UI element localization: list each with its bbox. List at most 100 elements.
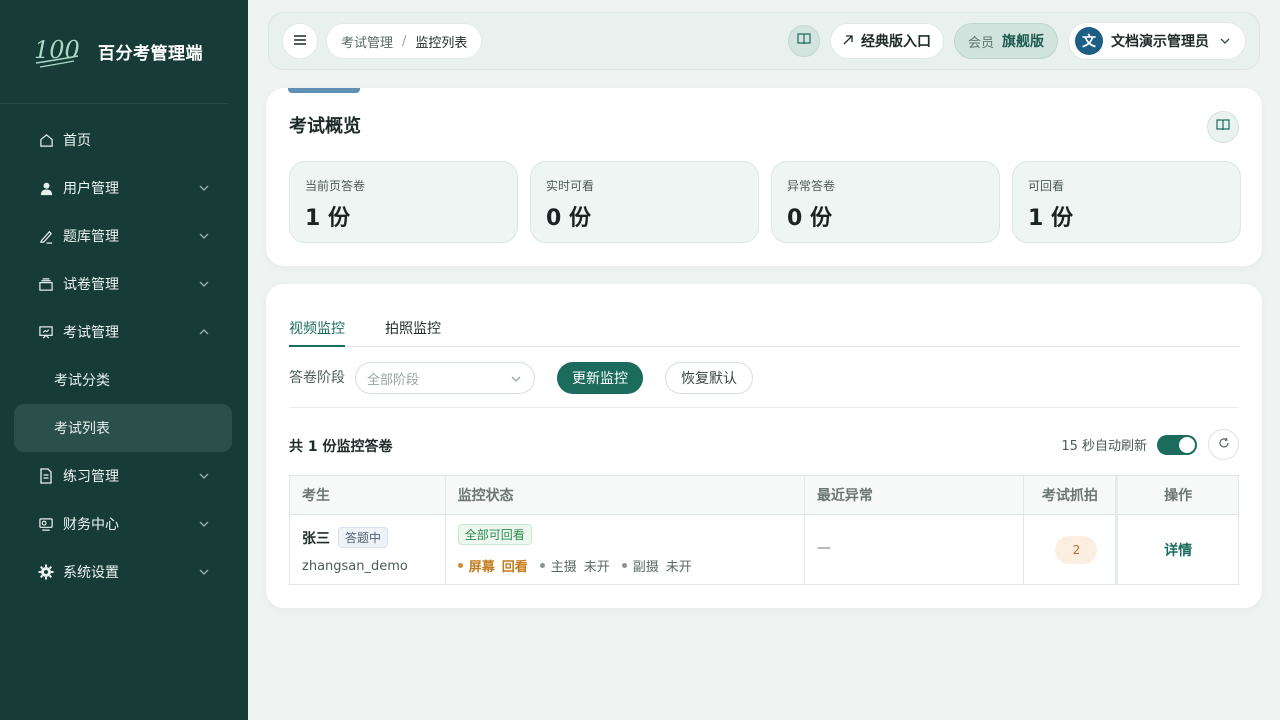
- cell-examinee: 张三 答题中 zhangsan_demo: [290, 515, 446, 584]
- sidebar-item-users[interactable]: 用户管理: [0, 164, 248, 212]
- breadcrumb-item-exam-management[interactable]: 考试管理: [341, 32, 393, 51]
- monitor-tabs: 视频监控 拍照监控: [289, 318, 1239, 347]
- sub-camera-state: 副摄 未开: [621, 556, 692, 575]
- chevron-down-icon: [199, 473, 209, 479]
- sidebar-nav: 首页 用户管理 题库管理 试卷管理 考试管理 考试分类 考试列表 练习管理 财务…: [0, 104, 248, 596]
- last-abnormal-value: —: [816, 540, 831, 556]
- document-icon: [38, 468, 54, 484]
- sidebar-item-finance[interactable]: 财务中心: [0, 500, 248, 548]
- sidebar-item-exams[interactable]: 考试管理: [0, 308, 248, 356]
- sidebar-item-question-bank[interactable]: 题库管理: [0, 212, 248, 260]
- membership-label: 会员: [967, 35, 994, 51]
- overview-title: 考试概览: [289, 116, 361, 137]
- sidebar-item-label: 试卷管理: [63, 277, 119, 293]
- refresh-monitor-button[interactable]: 更新监控: [557, 362, 643, 394]
- status-badge: 答题中: [338, 527, 389, 548]
- column-header-last-abnormal: 最近异常: [804, 476, 1025, 515]
- finance-icon: [38, 516, 54, 532]
- sidebar-item-label: 题库管理: [63, 229, 119, 245]
- menu-toggle-button[interactable]: [282, 23, 318, 59]
- sidebar-item-home[interactable]: 首页: [0, 116, 248, 164]
- examinee-username: zhangsan_demo: [302, 559, 408, 574]
- membership-level: 旗舰版: [1002, 34, 1044, 50]
- sidebar-item-papers[interactable]: 试卷管理: [0, 260, 248, 308]
- stat-label: 异常答卷: [787, 179, 836, 193]
- stage-select-placeholder: 全部阶段: [367, 372, 420, 388]
- filter-label: 答卷阶段: [289, 370, 345, 386]
- breadcrumb: 考试管理 / 监控列表: [326, 23, 483, 59]
- cell-last-abnormal: —: [805, 515, 1025, 584]
- stats-row: 当前页答卷 1 份 实时可看 0 份 异常答卷 0 份 可回看 1 份: [289, 161, 1241, 243]
- docs-button[interactable]: [787, 25, 820, 57]
- breadcrumb-item-monitor-list: 监控列表: [415, 35, 468, 51]
- monitor-table: 考生 监控状态 最近异常 考试抓拍 操作 张三 答题中 zhangsan_dem…: [289, 475, 1239, 585]
- stack-icon: [38, 276, 54, 292]
- sidebar-item-label: 练习管理: [63, 469, 119, 485]
- sidebar-item-settings[interactable]: 系统设置: [0, 548, 248, 596]
- card-accent-bar: [288, 88, 360, 93]
- chevron-down-icon: [1220, 38, 1230, 44]
- examinee-name-group: 张三 答题中: [302, 527, 389, 548]
- chevron-down-icon: [511, 376, 521, 382]
- cell-monitor-status: 全部可回看 屏幕 回看 主摄 未开 副摄 未开: [446, 515, 805, 584]
- user-icon: [38, 180, 54, 196]
- stat-value: 0 份: [546, 206, 591, 231]
- overview-card: 考试概览 当前页答卷 1 份 实时可看 0 份 异常答卷 0 份 可回看 1 份: [266, 88, 1262, 266]
- status-dot: [539, 563, 545, 568]
- chevron-down-icon: [199, 233, 209, 239]
- stage-select[interactable]: 全部阶段: [355, 362, 535, 394]
- stat-abnormal: 异常答卷 0 份: [771, 161, 1000, 243]
- monitor-card: 视频监控 拍照监控 答卷阶段 全部阶段 更新监控 恢复默认 共 1 份监控答卷 …: [266, 284, 1262, 608]
- stat-label: 可回看: [1028, 179, 1065, 193]
- chevron-down-icon: [199, 281, 209, 287]
- table-header: 考生 监控状态 最近异常 考试抓拍 操作: [290, 476, 1238, 515]
- column-header-monitor-status: 监控状态: [445, 476, 805, 515]
- screen-state-value: 回看: [501, 560, 528, 575]
- auto-refresh-toggle[interactable]: [1157, 434, 1197, 455]
- filter-bar: 答卷阶段 全部阶段 更新监控 恢复默认: [289, 362, 1239, 408]
- sidebar-item-label: 首页: [63, 133, 91, 149]
- detail-link[interactable]: 详情: [1118, 515, 1238, 584]
- sidebar-item-label: 考试管理: [63, 325, 119, 341]
- sidebar-item-label: 系统设置: [63, 565, 119, 581]
- brand-title: 百分考管理端: [98, 44, 203, 64]
- stream-states: 屏幕 回看 主摄 未开 副摄 未开: [457, 556, 704, 575]
- stat-label: 当前页答卷: [305, 179, 366, 193]
- sub-camera-value: 未开: [665, 560, 692, 575]
- screen-label: 屏幕: [468, 560, 495, 575]
- brand[interactable]: 100 百分考管理端: [0, 0, 228, 104]
- avatar: 文: [1075, 27, 1103, 55]
- auto-refresh-label: 15 秒自动刷新: [1061, 439, 1147, 454]
- arrow-up-right-icon: [843, 33, 853, 49]
- sidebar-item-practice[interactable]: 练习管理: [0, 452, 248, 500]
- sidebar-item-label: 财务中心: [63, 517, 119, 533]
- classic-version-button[interactable]: 经典版入口: [829, 23, 944, 59]
- toggle-knob: [1179, 436, 1195, 453]
- home-icon: [38, 132, 54, 148]
- hamburger-icon: [294, 33, 306, 49]
- sidebar-subitem-exam-category[interactable]: 考试分类: [0, 356, 248, 404]
- stat-live: 实时可看 0 份: [530, 161, 759, 243]
- chevron-down-icon: [199, 185, 209, 191]
- stat-replayable: 可回看 1 份: [1012, 161, 1241, 243]
- chevron-down-icon: [199, 569, 209, 575]
- tab-video-monitor[interactable]: 视频监控: [289, 318, 345, 347]
- status-dot: [457, 563, 463, 568]
- main-camera-state: 主摄 未开: [539, 556, 610, 575]
- header-actions: 经典版入口 会员 旗舰版 文 文档演示管理员: [787, 22, 1246, 60]
- overview-docs-button[interactable]: [1207, 111, 1239, 143]
- refresh-button[interactable]: [1208, 429, 1239, 460]
- record-count: 共 1 份监控答卷: [289, 439, 393, 455]
- user-menu[interactable]: 文 文档演示管理员: [1068, 22, 1246, 60]
- sidebar-subitem-exam-list[interactable]: 考试列表: [14, 404, 232, 452]
- snapshot-count-badge[interactable]: 2: [1055, 536, 1098, 564]
- sub-camera-label: 副摄: [632, 560, 659, 575]
- book-icon: [797, 33, 811, 49]
- examinee-name: 张三: [302, 530, 330, 547]
- stat-current-page: 当前页答卷 1 份: [289, 161, 518, 243]
- tab-photo-monitor[interactable]: 拍照监控: [385, 318, 441, 347]
- membership-badge[interactable]: 会员 旗舰版: [953, 23, 1058, 59]
- replay-badge: 全部可回看: [457, 524, 532, 545]
- book-icon: [1216, 119, 1230, 135]
- reset-default-button[interactable]: 恢复默认: [665, 362, 753, 394]
